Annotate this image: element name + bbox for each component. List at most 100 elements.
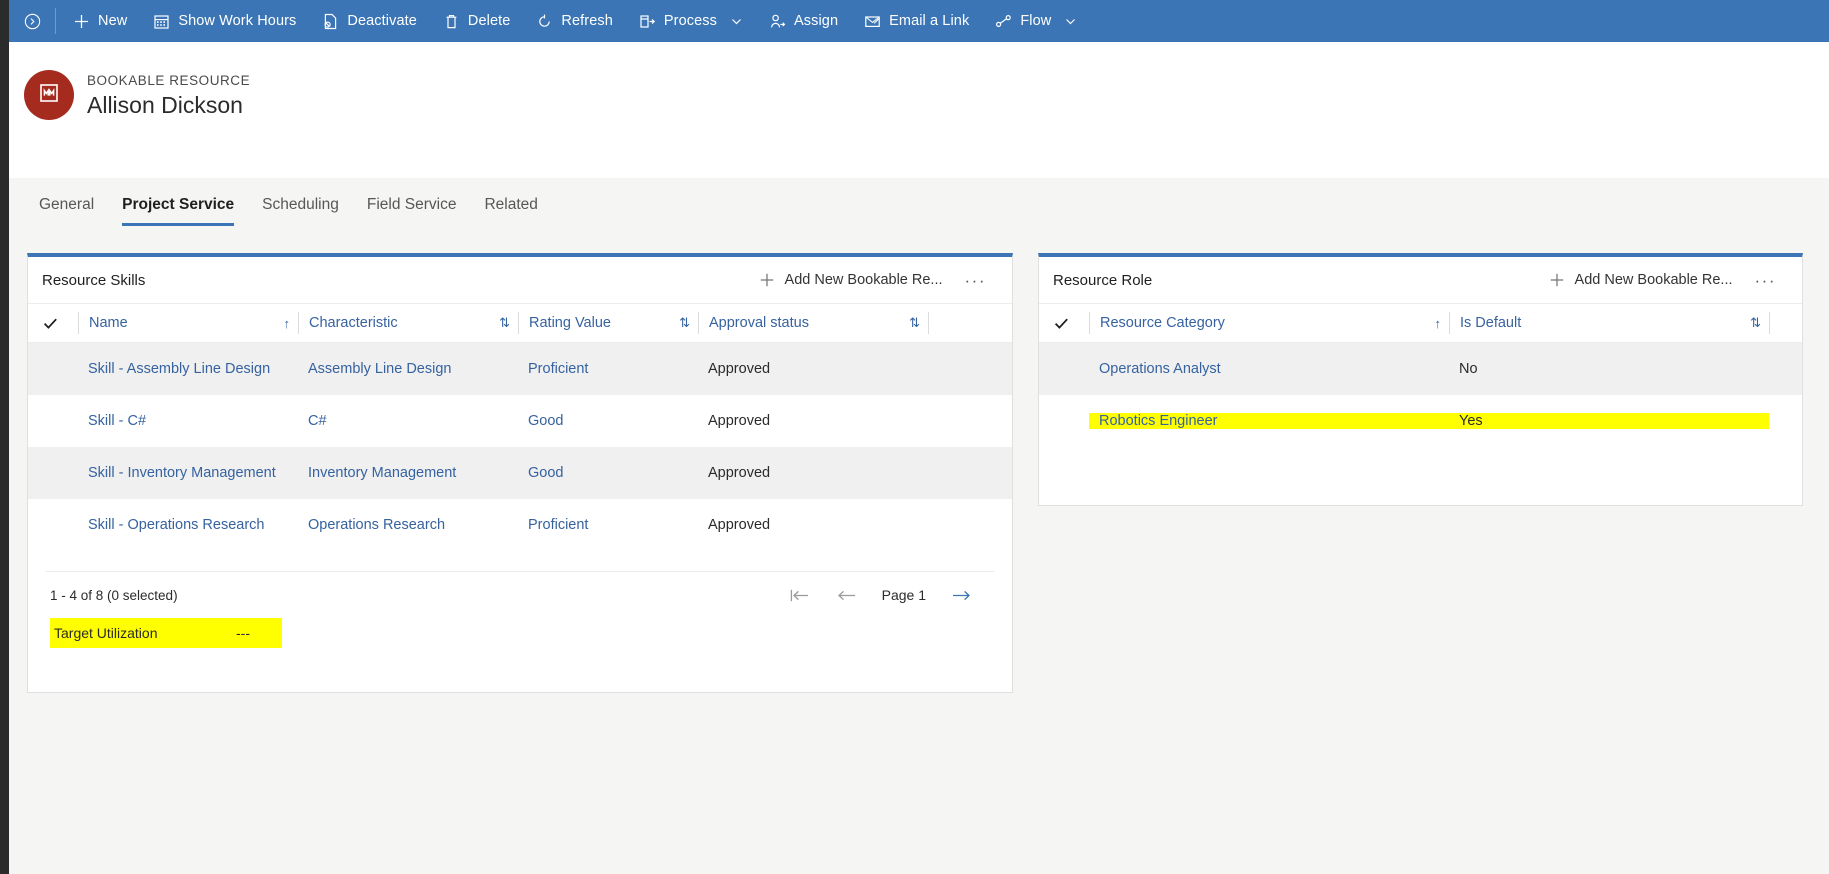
plus-icon <box>73 13 90 30</box>
resource-role-grid-header: Resource Category ↑ Is Default ⇅ <box>1039 303 1802 343</box>
tab-field-service[interactable]: Field Service <box>353 192 471 226</box>
sort-unsorted-icon: ⇅ <box>1750 315 1761 330</box>
column-header-rating-value[interactable]: Rating Value ⇅ <box>518 312 698 334</box>
first-page-button[interactable] <box>788 587 812 604</box>
cell-is-default: No <box>1459 360 1478 377</box>
cell-rating-value[interactable]: Good <box>518 413 698 429</box>
target-utilization-value: --- <box>236 625 250 641</box>
cell-characteristic[interactable]: Operations Research <box>298 517 518 533</box>
command-delete-button[interactable]: Delete <box>430 0 524 42</box>
command-show-work-hours-button[interactable]: Show Work Hours <box>140 0 309 42</box>
command-email-a-link-label: Email a Link <box>889 13 970 29</box>
assign-user-icon <box>769 13 786 30</box>
calendar-icon <box>153 13 170 30</box>
column-header-resource-category-label: Resource Category <box>1100 315 1225 331</box>
cell-characteristic[interactable]: Inventory Management <box>298 465 518 481</box>
column-header-approval-status[interactable]: Approval status ⇅ <box>698 312 928 334</box>
cell-resource-category[interactable]: Operations Analyst <box>1089 361 1449 377</box>
next-page-button[interactable] <box>950 587 972 604</box>
command-refresh-button[interactable]: Refresh <box>523 0 625 42</box>
skills-more-commands-button[interactable]: ··· <box>953 270 998 291</box>
command-show-work-hours-label: Show Work Hours <box>178 13 297 29</box>
cell-characteristic[interactable]: Assembly Line Design <box>298 361 518 377</box>
flow-icon <box>995 13 1012 30</box>
table-row[interactable]: Skill - Inventory Management Inventory M… <box>28 447 1012 499</box>
resource-skills-panel-header: Resource Skills Add New Bookable Re... ·… <box>28 257 1012 303</box>
app-root: New Show Work Hours Deactivate Delete Re <box>0 0 1829 874</box>
column-header-rating-value-label: Rating Value <box>529 315 611 331</box>
tab-strip: General Project Service Scheduling Field… <box>9 192 552 232</box>
cell-rating-value[interactable]: Proficient <box>518 361 698 377</box>
command-email-a-link-button[interactable]: Email a Link <box>851 0 982 42</box>
table-row[interactable]: Skill - Assembly Line Design Assembly Li… <box>28 343 1012 395</box>
previous-page-icon <box>837 590 855 600</box>
plus-icon <box>1549 272 1565 288</box>
table-row[interactable]: Skill - C# C# Good Approved <box>28 395 1012 447</box>
tab-project-service[interactable]: Project Service <box>108 192 248 226</box>
command-flow-button[interactable]: Flow <box>982 0 1090 42</box>
cell-name[interactable]: Skill - Assembly Line Design <box>78 361 298 377</box>
resource-role-grid: Resource Category ↑ Is Default ⇅ Operati… <box>1039 303 1802 447</box>
tab-related[interactable]: Related <box>470 192 551 226</box>
column-header-resource-category[interactable]: Resource Category ↑ <box>1089 312 1449 334</box>
tab-scheduling-label: Scheduling <box>262 196 339 213</box>
column-header-is-default[interactable]: Is Default ⇅ <box>1449 312 1769 334</box>
table-row[interactable]: Robotics Engineer Yes <box>1039 395 1802 447</box>
cell-characteristic[interactable]: C# <box>298 413 518 429</box>
tab-general[interactable]: General <box>25 192 108 226</box>
cell-rating-value[interactable]: Good <box>518 465 698 481</box>
command-delete-label: Delete <box>467 13 511 29</box>
checkmark-icon <box>43 318 57 329</box>
cell-is-default: Yes <box>1449 412 1769 429</box>
record-count-label: 1 - 4 of 8 (0 selected) <box>50 587 178 603</box>
page-number-label: Page 1 <box>881 587 926 603</box>
tab-scheduling[interactable]: Scheduling <box>248 192 353 226</box>
ellipsis-icon: ··· <box>964 270 986 290</box>
chevron-down-icon <box>730 15 743 28</box>
next-page-icon <box>953 590 970 600</box>
command-assign-label: Assign <box>794 13 839 29</box>
cell-resource-category[interactable]: Robotics Engineer <box>1089 412 1449 429</box>
resource-skills-title: Resource Skills <box>42 271 146 289</box>
tab-general-label: General <box>39 196 95 213</box>
column-header-end-divider <box>928 312 929 334</box>
skills-add-new-bookable-resource-button[interactable]: Add New Bookable Re... <box>749 268 953 292</box>
entity-selector-button[interactable] <box>9 0 55 42</box>
cell-name[interactable]: Skill - Inventory Management <box>78 465 298 481</box>
select-all-checkbox[interactable] <box>1053 315 1089 332</box>
command-process-button[interactable]: Process <box>626 0 756 42</box>
role-add-new-bookable-resource-button[interactable]: Add New Bookable Re... <box>1539 268 1743 292</box>
left-navigation-rail <box>0 0 9 874</box>
command-deactivate-label: Deactivate <box>347 13 417 29</box>
cell-approval-status: Approved <box>708 464 771 481</box>
column-header-name[interactable]: Name ↑ <box>78 312 298 334</box>
resource-role-panel: Resource Role Add New Bookable Re... ···… <box>1038 253 1803 506</box>
bookable-resource-icon <box>37 81 61 110</box>
email-link-icon <box>864 13 881 30</box>
pagination-bar: 1 - 4 of 8 (0 selected) Page 1 <box>46 572 994 618</box>
column-header-is-default-label: Is Default <box>1460 315 1522 331</box>
select-all-checkbox[interactable] <box>42 315 78 332</box>
cell-name[interactable]: Skill - Operations Research <box>78 517 298 533</box>
target-utilization-label: Target Utilization <box>54 625 158 641</box>
deactivate-icon <box>322 13 339 30</box>
cell-name[interactable]: Skill - C# <box>78 413 298 429</box>
previous-page-button[interactable] <box>836 587 858 604</box>
table-row[interactable]: Operations Analyst No <box>1039 343 1802 395</box>
column-header-characteristic[interactable]: Characteristic ⇅ <box>298 312 518 334</box>
sort-ascending-icon: ↑ <box>1434 315 1442 331</box>
command-assign-button[interactable]: Assign <box>756 0 851 42</box>
cell-approval-status: Approved <box>708 412 771 429</box>
process-icon <box>639 13 656 30</box>
command-deactivate-button[interactable]: Deactivate <box>309 0 430 42</box>
refresh-icon <box>536 13 553 30</box>
avatar <box>24 70 74 120</box>
resource-role-title: Resource Role <box>1053 271 1153 289</box>
circle-chevron-right-icon <box>24 13 41 30</box>
resource-skills-grid-header: Name ↑ Characteristic ⇅ Rating Value ⇅ A… <box>28 303 1012 343</box>
target-utilization-field[interactable]: Target Utilization --- <box>50 618 282 648</box>
cell-rating-value[interactable]: Proficient <box>518 517 698 533</box>
table-row[interactable]: Skill - Operations Research Operations R… <box>28 499 1012 551</box>
role-more-commands-button[interactable]: ··· <box>1743 270 1788 291</box>
command-new-button[interactable]: New <box>60 0 140 42</box>
